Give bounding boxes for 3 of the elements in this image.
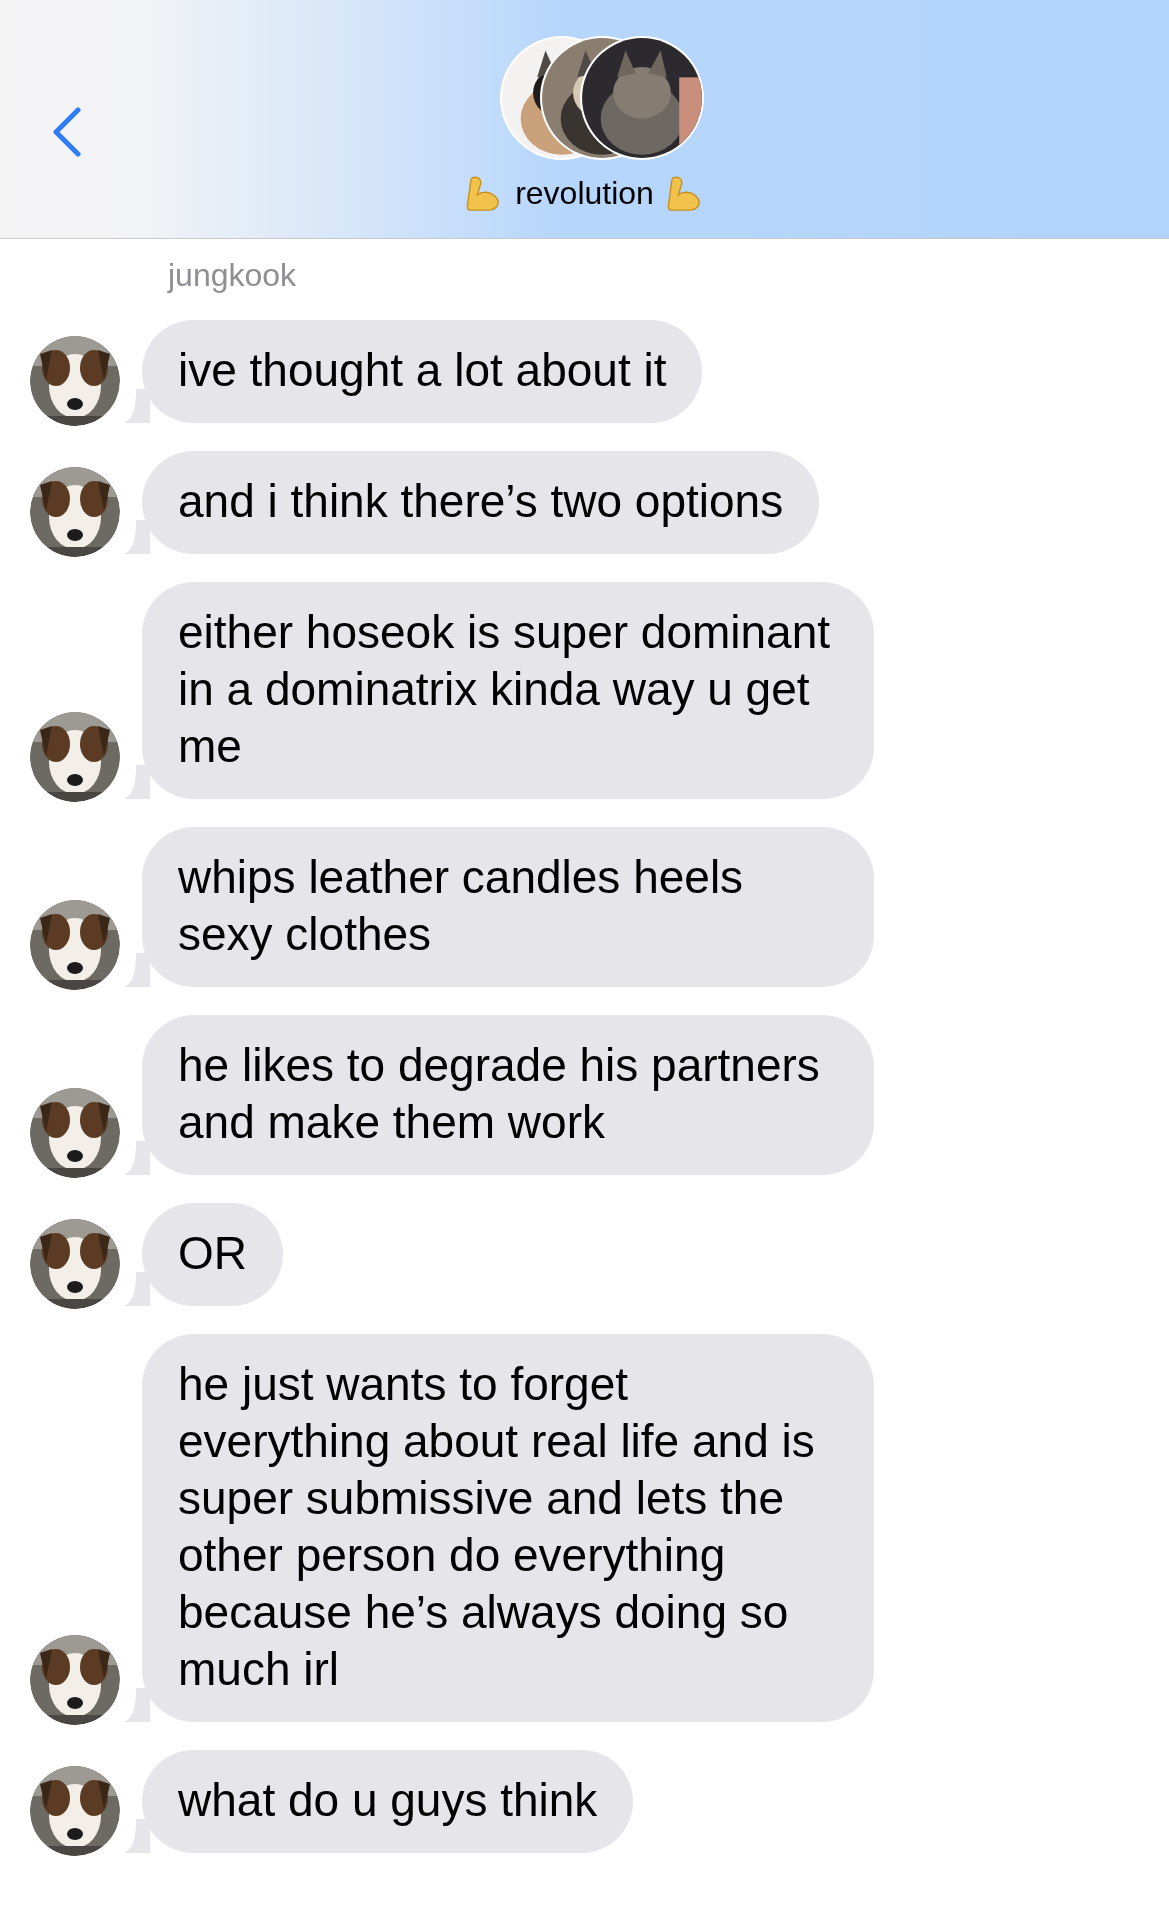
back-icon[interactable] <box>52 107 82 157</box>
sender-name: jungkook <box>168 257 298 294</box>
group-title[interactable]: revolution <box>515 174 654 212</box>
